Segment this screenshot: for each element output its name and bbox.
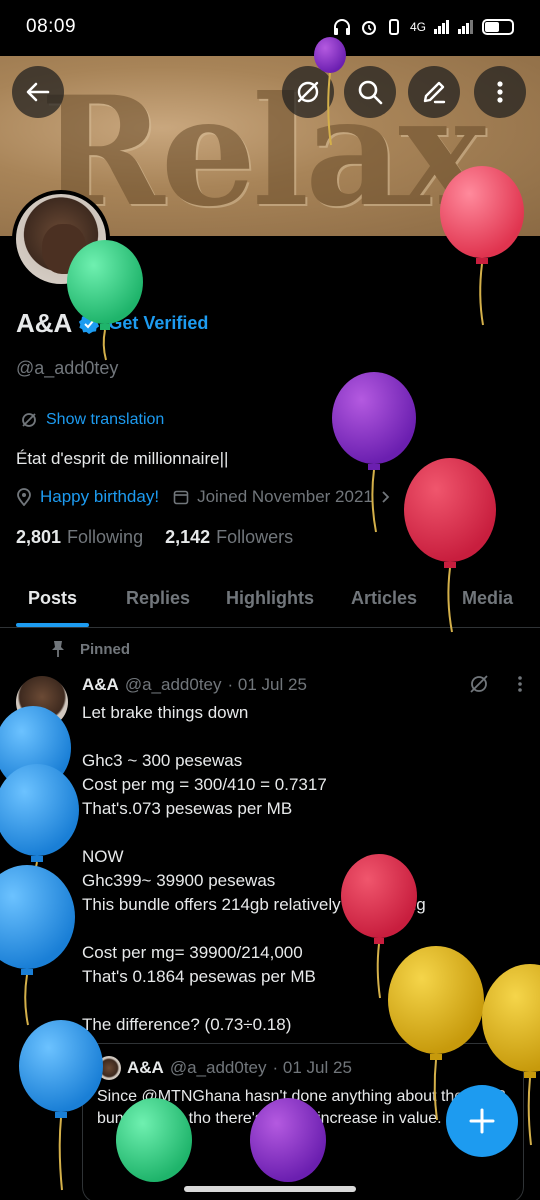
profile-avatar[interactable] bbox=[12, 190, 110, 288]
following-label: Following bbox=[67, 527, 144, 547]
quoted-post-header: A&A @a_add0tey · 01 Jul 25 bbox=[97, 1056, 509, 1080]
profile-bio: État d'esprit de millionnaire|| bbox=[16, 449, 229, 468]
more-options-button[interactable] bbox=[474, 66, 526, 118]
post-date: · 01 Jul 25 bbox=[227, 675, 307, 694]
back-arrow-icon bbox=[26, 82, 50, 102]
post-author-name[interactable]: A&A bbox=[82, 675, 119, 695]
search-icon bbox=[358, 80, 383, 105]
signal-icon-2 bbox=[458, 20, 473, 34]
status-time: 08:09 bbox=[26, 16, 77, 37]
post-author-avatar[interactable] bbox=[16, 676, 68, 728]
pinned-label: Pinned bbox=[80, 640, 131, 658]
get-verified-link[interactable]: Get Verified bbox=[108, 313, 208, 334]
calendar-icon bbox=[173, 490, 189, 505]
balloon-blue-3 bbox=[0, 865, 75, 1026]
active-tab-indicator bbox=[16, 623, 89, 627]
tab-highlights[interactable]: Highlights bbox=[226, 588, 314, 609]
quoted-author-avatar bbox=[97, 1056, 121, 1080]
followers-label: Followers bbox=[216, 527, 294, 547]
edit-pencil-icon bbox=[423, 81, 446, 104]
location-pin-icon bbox=[17, 488, 31, 506]
headphones-icon bbox=[333, 19, 350, 35]
followers-link[interactable]: 2,142 Followers bbox=[165, 527, 293, 548]
compose-post-button[interactable] bbox=[446, 1085, 518, 1157]
joined-date: Joined November 2021 bbox=[197, 487, 373, 506]
avatar-face bbox=[42, 224, 86, 274]
follow-stats: 2,801 Following 2,142 Followers bbox=[16, 527, 293, 548]
quoted-author-handle: @a_add0tey bbox=[169, 1058, 267, 1077]
translate-off-icon[interactable] bbox=[468, 673, 490, 695]
followers-count: 2,142 bbox=[165, 527, 211, 547]
translate-off-icon bbox=[297, 81, 319, 103]
translate-toggle-button[interactable] bbox=[282, 66, 334, 118]
tab-posts[interactable]: Posts bbox=[28, 588, 77, 609]
edit-profile-button[interactable] bbox=[408, 66, 460, 118]
profile-meta: Happy birthday! Joined November 2021 bbox=[16, 487, 391, 507]
alarm-icon bbox=[361, 21, 376, 35]
pin-icon bbox=[52, 641, 64, 657]
balloon-purple bbox=[332, 372, 416, 533]
profile-name: A&A bbox=[16, 308, 73, 338]
post-actions-top bbox=[468, 673, 524, 695]
status-bar: 08:09 4G bbox=[0, 0, 540, 54]
quoted-post-date: · 01 Jul 25 bbox=[272, 1058, 352, 1077]
back-button[interactable] bbox=[12, 66, 64, 118]
tab-media[interactable]: Media bbox=[462, 588, 513, 609]
pinned-label-row: Pinned bbox=[50, 640, 130, 658]
battery-icon bbox=[482, 19, 514, 35]
balloon-blue-2 bbox=[0, 764, 79, 896]
more-vertical-icon bbox=[497, 81, 503, 103]
network-type: 4G bbox=[409, 20, 426, 34]
show-translation-link[interactable]: Show translation bbox=[20, 411, 164, 429]
profile-tabs: Posts Replies Highlights Articles Media bbox=[0, 576, 540, 628]
verified-badge-icon bbox=[79, 313, 100, 334]
quoted-author-name: A&A bbox=[127, 1058, 164, 1077]
profile-name-row: A&A Get Verified bbox=[16, 308, 208, 339]
post-header: A&A @a_add0tey · 01 Jul 25 bbox=[82, 675, 307, 695]
following-link[interactable]: 2,801 Following bbox=[16, 527, 143, 548]
birthday-link[interactable]: Happy birthday! bbox=[40, 487, 159, 507]
more-vertical-icon[interactable] bbox=[516, 674, 524, 694]
translate-off-icon bbox=[22, 413, 36, 427]
tab-replies[interactable]: Replies bbox=[126, 588, 190, 609]
post-author-handle: @a_add0tey bbox=[124, 675, 222, 694]
search-button[interactable] bbox=[344, 66, 396, 118]
following-count: 2,801 bbox=[16, 527, 62, 547]
vibrate-icon bbox=[388, 19, 399, 35]
tab-articles[interactable]: Articles bbox=[351, 588, 417, 609]
show-translation-label: Show translation bbox=[46, 411, 165, 428]
gesture-home-bar[interactable] bbox=[184, 1186, 356, 1192]
post-text: Let brake things down Ghc3 ~ 300 pesewas… bbox=[82, 703, 426, 1034]
signal-icon bbox=[434, 20, 449, 34]
chevron-right-icon bbox=[382, 491, 390, 503]
plus-icon bbox=[469, 1108, 495, 1134]
status-icons: 4G bbox=[332, 18, 514, 36]
profile-handle: @a_add0tey bbox=[16, 358, 119, 378]
